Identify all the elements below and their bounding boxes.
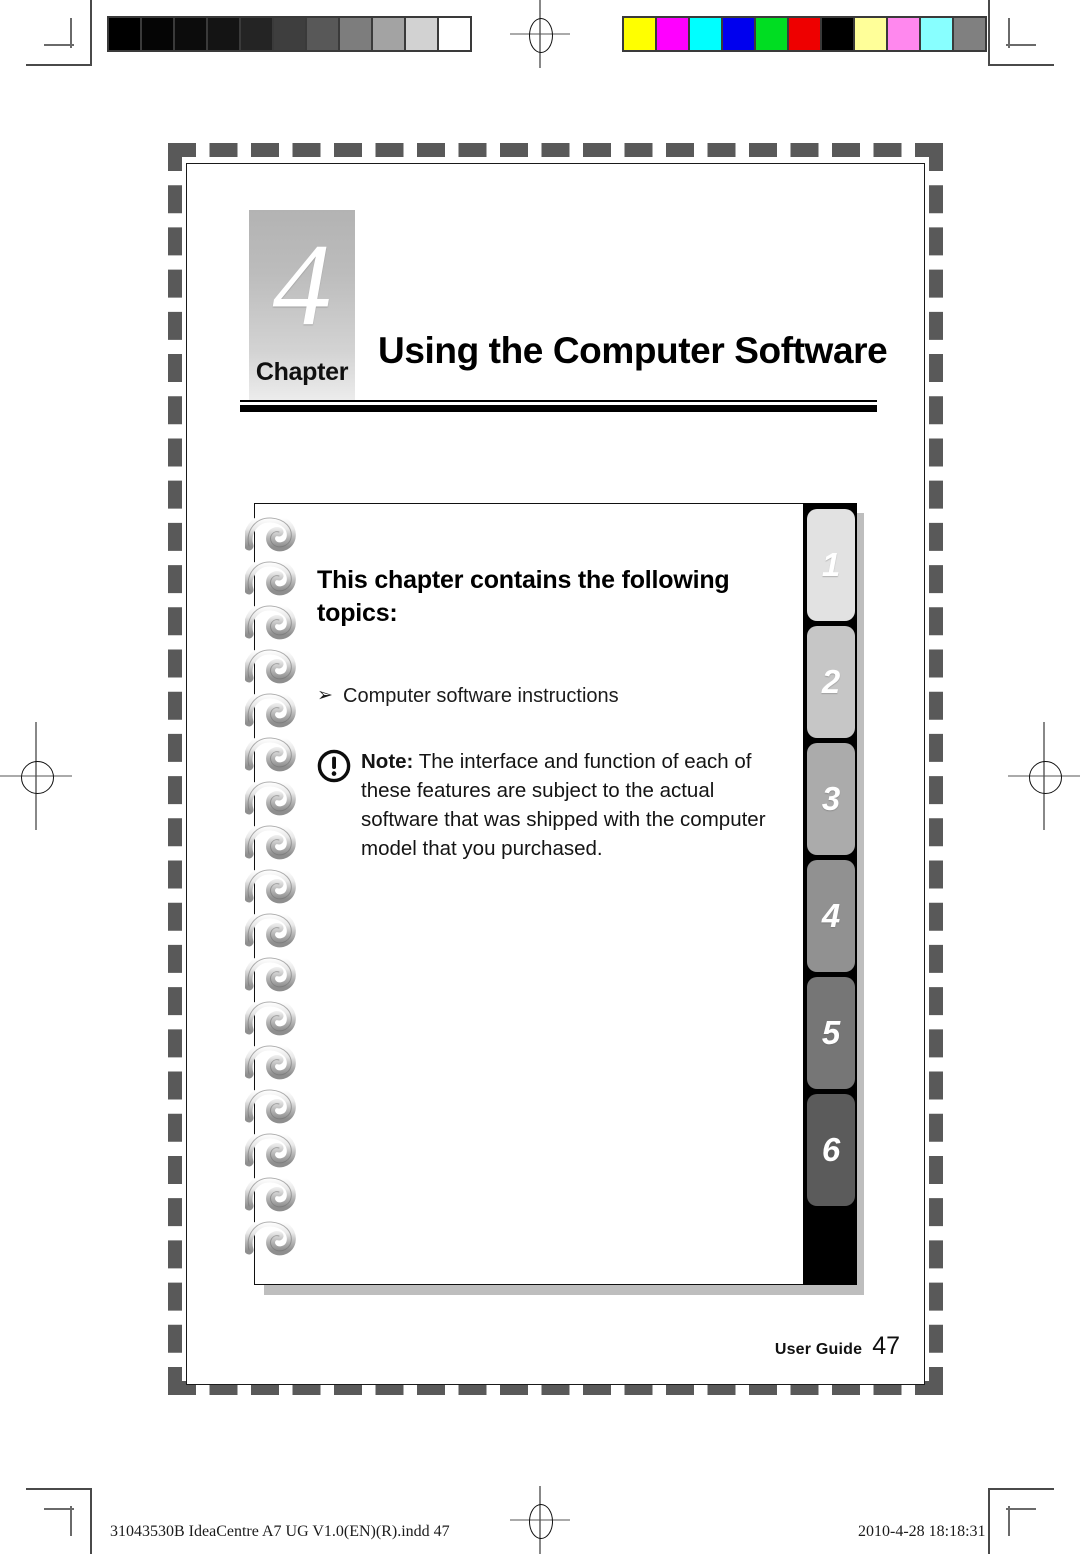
registration-mark-left: [0, 722, 72, 830]
spiral-coil: [245, 908, 297, 952]
calibration-swatch: [241, 18, 272, 50]
header-divider-rule: [240, 400, 877, 412]
note-text: Note: The interface and function of each…: [361, 747, 779, 863]
crop-mark-top-left: [26, 0, 106, 78]
registration-mark-right: [1008, 722, 1080, 830]
registration-mark-top: [510, 0, 570, 68]
tab-number: 2: [821, 663, 841, 700]
print-meta-timestamp: 2010-4-28 18:18:31: [858, 1523, 986, 1540]
calibration-swatch: [888, 18, 919, 50]
spiral-coil: [245, 864, 297, 908]
calibration-swatch: [307, 18, 338, 50]
chapter-number: 4: [272, 219, 332, 350]
calibration-swatch: [340, 18, 371, 50]
footer-guide-label: User Guide: [774, 1341, 863, 1358]
calibration-swatch: [789, 18, 820, 50]
tab-chapter-1[interactable]: 1: [807, 509, 855, 621]
spiral-binding: [245, 512, 303, 1272]
calibration-swatch: [109, 18, 140, 50]
chapter-topics-card: This chapter contains the following topi…: [254, 503, 854, 1285]
note-prefix: Note:: [361, 749, 414, 773]
chapter-badge: 4 Chapter: [249, 210, 355, 406]
calibration-swatch: [822, 18, 853, 50]
calibration-swatch: [723, 18, 754, 50]
calibration-swatch: [921, 18, 952, 50]
crop-mark-bottom-left: [26, 1476, 106, 1554]
spiral-coil: [245, 1128, 297, 1172]
spiral-coil: [245, 644, 297, 688]
tab-number: 4: [821, 897, 841, 934]
page-title: Using the Computer Software: [378, 330, 888, 371]
page-number: 47: [872, 1332, 900, 1360]
spiral-coil: [245, 1216, 297, 1260]
tab-number: 6: [821, 1131, 841, 1168]
registration-ring: [529, 1503, 553, 1539]
calibration-swatch: [406, 18, 437, 50]
spiral-coil: [245, 600, 297, 644]
tab-chapter-5[interactable]: 5: [807, 977, 855, 1089]
chapter-label: Chapter: [255, 358, 349, 386]
topics-list: ➢ Computer software instructions: [317, 683, 797, 709]
exclamation-circle-icon: [317, 747, 361, 783]
card-body: This chapter contains the following topi…: [317, 564, 797, 863]
spiral-coil: [245, 688, 297, 732]
calibration-swatch: [208, 18, 239, 50]
spiral-coil: [245, 732, 297, 776]
registration-mark-bottom: [510, 1486, 570, 1554]
spiral-coil: [245, 996, 297, 1040]
spiral-coil: [245, 1172, 297, 1216]
color-calibration-bar: [622, 16, 987, 52]
tab-chapter-3[interactable]: 3: [807, 743, 855, 855]
spiral-coil: [245, 556, 297, 600]
calibration-swatch: [175, 18, 206, 50]
tab-number: 1: [821, 546, 841, 583]
tab-chapter-4[interactable]: 4: [807, 860, 855, 972]
calibration-swatch: [274, 18, 305, 50]
chapter-header: 4 Chapter Using the Computer Software: [240, 190, 888, 430]
registration-ring: [20, 760, 54, 794]
grayscale-calibration-bar: [107, 16, 472, 52]
note-block: Note: The interface and function of each…: [317, 747, 797, 863]
tab-number: 5: [821, 1014, 841, 1051]
topic-label: Computer software instructions: [343, 684, 619, 707]
spiral-coil: [245, 1084, 297, 1128]
crop-mark-bottom-right: [974, 1476, 1054, 1554]
tab-number: 3: [821, 780, 841, 817]
calibration-swatch: [439, 18, 470, 50]
calibration-swatch: [624, 18, 655, 50]
chapter-tab-strip: 1 2 3 4 5 6: [803, 503, 857, 1285]
calibration-swatch: [756, 18, 787, 50]
tab-chapter-2[interactable]: 2: [807, 626, 855, 738]
tab-chapter-6[interactable]: 6: [807, 1094, 855, 1206]
calibration-swatch: [690, 18, 721, 50]
calibration-swatch: [657, 18, 688, 50]
crop-mark-top-right: [974, 0, 1054, 78]
note-body: The interface and function of each of th…: [361, 749, 766, 860]
page-footer: User Guide 47: [600, 1332, 900, 1361]
spiral-coil: [245, 776, 297, 820]
registration-ring: [1028, 760, 1062, 794]
calibration-swatch: [142, 18, 173, 50]
arrow-bullet-icon: ➢: [317, 684, 333, 706]
spiral-coil: [245, 512, 297, 556]
spiral-coil: [245, 952, 297, 996]
list-item: ➢ Computer software instructions: [317, 683, 797, 709]
registration-ring: [529, 17, 553, 53]
spiral-coil: [245, 820, 297, 864]
print-meta-filename: 31043530B IdeaCentre A7 UG V1.0(EN)(R).i…: [110, 1523, 450, 1540]
calibration-swatch: [373, 18, 404, 50]
calibration-swatch: [855, 18, 886, 50]
spiral-coil: [245, 1040, 297, 1084]
topics-heading: This chapter contains the following topi…: [317, 566, 730, 628]
